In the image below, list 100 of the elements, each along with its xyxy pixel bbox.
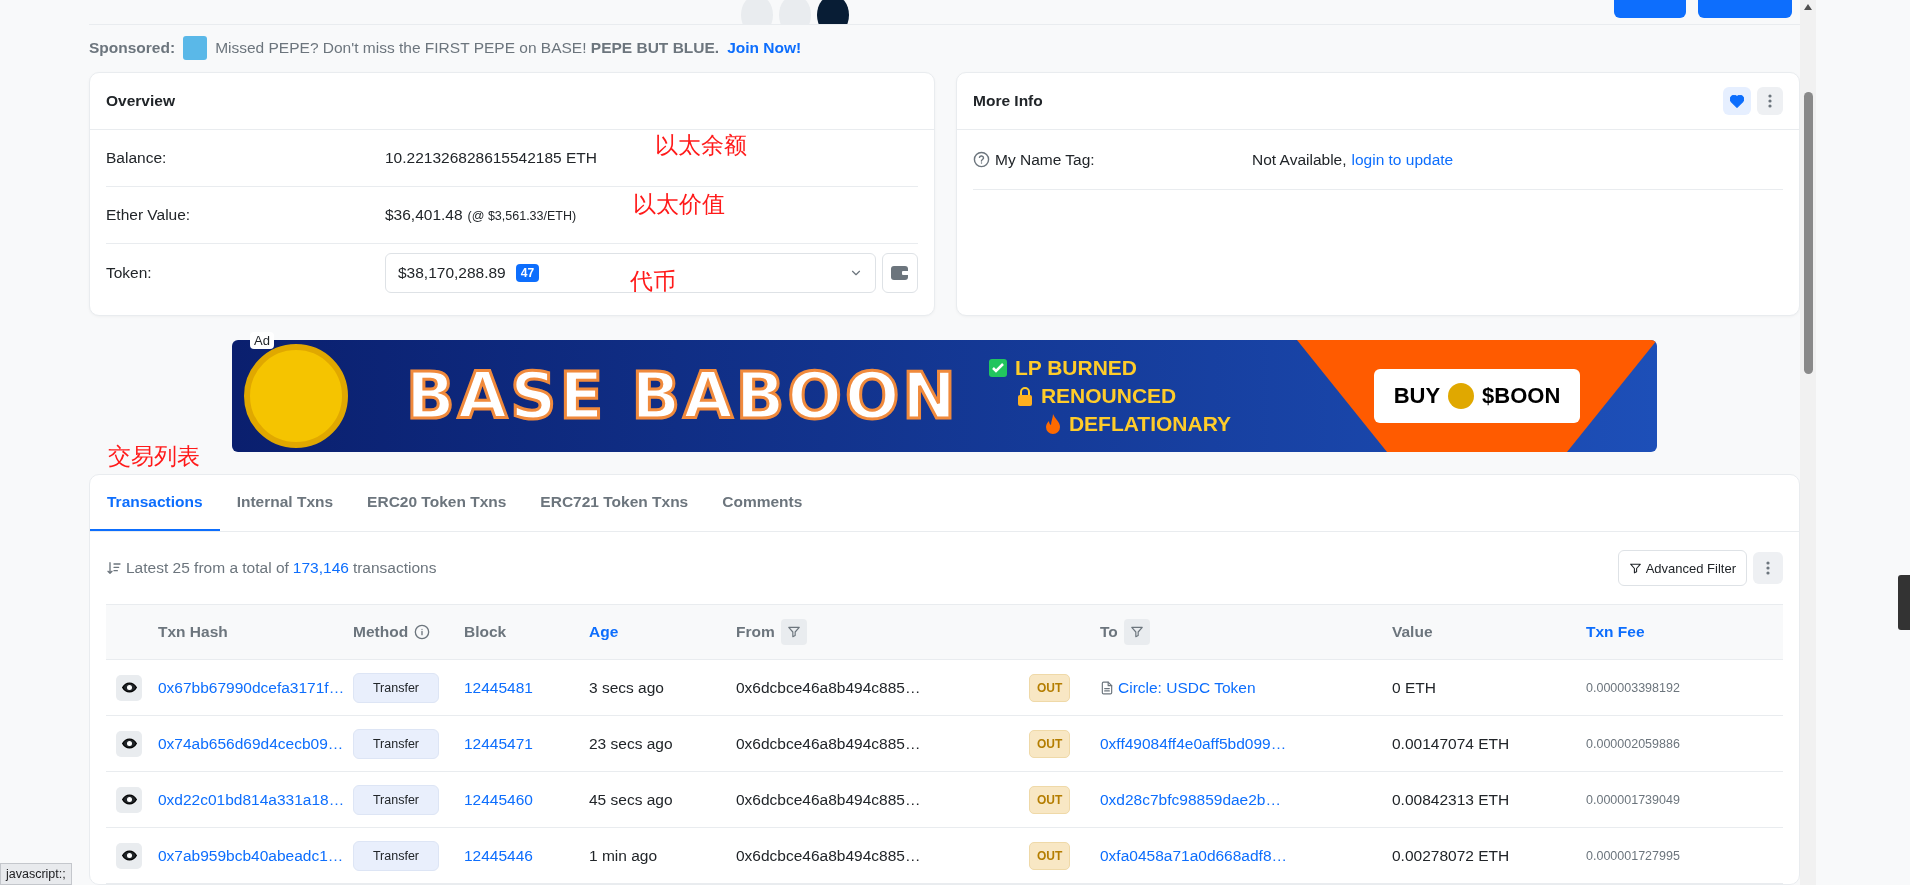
- tab[interactable]: Transactions: [90, 475, 220, 531]
- summary-text: Latest 25 from a total of 173,146 transactions: [106, 559, 437, 577]
- column-header: Value: [1392, 623, 1434, 641]
- preview-button[interactable]: [116, 730, 142, 757]
- annotation-text: 以太价值: [633, 190, 725, 219]
- funnel-icon: [786, 625, 801, 639]
- field-value: 10.221326828615542185 ETH: [385, 149, 598, 167]
- txn-hash-link[interactable]: 0xd22c01bd814a331a18…: [158, 790, 353, 809]
- fee-cell-text: 0.000001727995: [1586, 848, 1681, 863]
- preview-button[interactable]: [116, 842, 142, 869]
- token-value: $38,170,288.89: [398, 263, 506, 282]
- column-header: To: [1100, 619, 1392, 645]
- wallet-button[interactable]: [882, 252, 918, 293]
- info-icon: [414, 624, 431, 640]
- scroll-up-icon[interactable]: [1804, 4, 1812, 10]
- checkbox-icon: [988, 359, 1007, 377]
- value-cell-text: 0.00842313 ETH: [1392, 790, 1511, 809]
- banner-feature: LP BURNED: [988, 356, 1232, 380]
- column-header[interactable]: Age: [589, 623, 736, 641]
- block-link[interactable]: 12445460: [464, 790, 589, 809]
- sort-icon: [106, 560, 122, 576]
- from-address: 0x6dcbce46a8b494c885…: [736, 734, 922, 753]
- age-cell-text: 3 secs ago: [589, 678, 665, 697]
- annotation-text: 交易列表: [108, 442, 200, 471]
- banner-feature: DEFLATIONARY: [988, 412, 1232, 436]
- eye-icon: [121, 680, 137, 695]
- to-address-link[interactable]: 0xd28c7bfc98859dae2b…: [1100, 790, 1392, 809]
- join-link[interactable]: Join Now!: [727, 39, 802, 58]
- more-vertical-icon: [1766, 561, 1770, 575]
- from-address: 0x6dcbce46a8b494c885…: [736, 846, 922, 865]
- direction-tag: OUT: [1029, 841, 1071, 870]
- column-header: From: [736, 619, 1029, 645]
- method-tag: Transfer: [353, 784, 439, 815]
- tab[interactable]: Comments: [705, 475, 820, 531]
- fee-cell-text: 0.000001739049: [1586, 792, 1681, 807]
- preview-button[interactable]: [116, 674, 142, 701]
- filter-icon[interactable]: [1123, 619, 1150, 645]
- status-tooltip: javascript:;: [0, 863, 72, 885]
- login-link[interactable]: login to update: [1351, 150, 1454, 169]
- txn-hash-link[interactable]: 0x74ab656d69d4cecb09…: [158, 734, 353, 753]
- age-cell-text: 45 secs ago: [589, 790, 674, 809]
- column-header[interactable]: Txn Fee: [1586, 623, 1783, 641]
- scrollbar-thumb[interactable]: [1803, 92, 1813, 374]
- eye-icon: [121, 736, 137, 751]
- method-tag: Transfer: [353, 728, 439, 759]
- filter-icon[interactable]: [780, 619, 807, 645]
- fee-cell-text: 0.000003398192: [1586, 680, 1681, 695]
- method-tag: Transfer: [353, 840, 439, 871]
- age-cell-text: 1 min ago: [589, 846, 659, 865]
- flame-icon: [1044, 414, 1061, 434]
- transaction-count-link[interactable]: 173,146: [292, 559, 349, 577]
- age-cell-text: 23 secs ago: [589, 734, 674, 753]
- direction-tag: OUT: [1029, 673, 1071, 702]
- column-header: Txn Hash: [158, 623, 229, 641]
- block-link[interactable]: 12445471: [464, 734, 589, 753]
- field-value: Not Available,: [1252, 150, 1347, 169]
- method-tag: Transfer: [353, 672, 439, 703]
- from-address: 0x6dcbce46a8b494c885…: [736, 790, 922, 809]
- eye-icon: [121, 848, 137, 863]
- tab[interactable]: Internal Txns: [219, 475, 351, 531]
- txn-hash-link[interactable]: 0x7ab959bcb40abeadc1…: [158, 846, 353, 865]
- field-label: Balance:: [106, 149, 168, 167]
- to-address-link[interactable]: 0xff49084ff4e0aff5bd099…: [1100, 734, 1392, 753]
- block-link[interactable]: 12445446: [464, 846, 589, 865]
- scrollbar[interactable]: [1800, 0, 1816, 885]
- more-vertical-icon: [1768, 94, 1772, 108]
- column-header: Method: [353, 623, 464, 641]
- txn-hash-link[interactable]: 0x67bb67990dcefa3171f…: [158, 678, 353, 697]
- field-label: Ether Value:: [106, 206, 192, 224]
- value-cell-text: 0 ETH: [1392, 678, 1437, 697]
- field-value: $36,401.48 (@ $3,561.33/ETH): [385, 206, 577, 224]
- to-address-link[interactable]: 0xfa0458a71a0d668adf8…: [1100, 846, 1392, 865]
- value-cell-text: 0.00147074 ETH: [1392, 734, 1511, 753]
- favorite-button[interactable]: [1723, 87, 1751, 115]
- buy-button[interactable]: BUY $BOON: [1373, 369, 1581, 423]
- funnel-icon: [1129, 625, 1144, 639]
- value-cell-text: 0.00278072 ETH: [1392, 846, 1511, 865]
- coin-icon: [1448, 383, 1475, 409]
- ad-label: Ad: [250, 332, 274, 349]
- token-count-badge: 47: [515, 263, 540, 282]
- fee-cell-text: 0.000002059886: [1586, 736, 1681, 751]
- sponsored-text: Missed PEPE? Don't miss the FIRST PEPE on BASE! PEPE BUT BLUE.: [215, 39, 720, 58]
- card-title: Overview: [106, 92, 175, 110]
- field-label: Token:: [106, 263, 153, 282]
- preview-button[interactable]: [116, 786, 142, 813]
- card-title: More Info: [973, 92, 1043, 110]
- tab[interactable]: ERC20 Token Txns: [350, 475, 524, 531]
- advanced-filter-button[interactable]: Advanced Filter: [1617, 550, 1747, 586]
- sponsored-label: Sponsored:: [89, 39, 176, 58]
- to-address-link[interactable]: Circle: USDC Token: [1100, 678, 1392, 697]
- tab[interactable]: ERC721 Token Txns: [523, 475, 706, 531]
- funnel-icon: [1628, 561, 1642, 575]
- annotation-text: 代币: [630, 267, 676, 296]
- banner-feature: RENOUNCED: [988, 384, 1232, 408]
- annotation-text: 以太余额: [655, 131, 747, 160]
- column-header: Block: [464, 623, 508, 641]
- direction-tag: OUT: [1029, 785, 1071, 814]
- lock-icon: [1016, 386, 1033, 406]
- block-link[interactable]: 12445481: [464, 678, 589, 697]
- wallet-icon: [891, 264, 909, 281]
